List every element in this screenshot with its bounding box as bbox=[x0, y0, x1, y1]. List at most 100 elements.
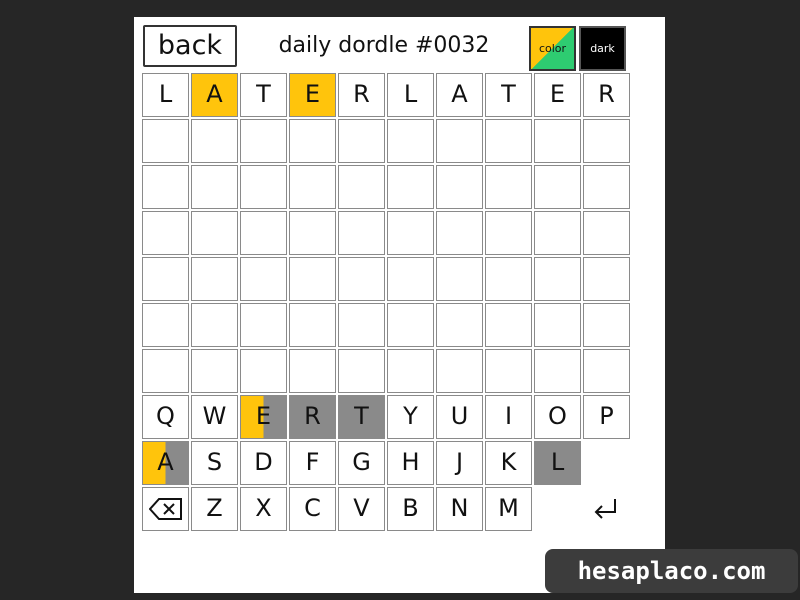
grid-cell-empty bbox=[436, 349, 483, 393]
grid-cell-empty bbox=[485, 303, 532, 347]
back-button[interactable]: back bbox=[143, 25, 237, 67]
grid-cell-empty bbox=[240, 165, 287, 209]
page-title: daily dordle #0032 bbox=[278, 33, 490, 58]
grid-cell-empty bbox=[436, 165, 483, 209]
grid-cell-empty bbox=[142, 257, 189, 301]
key-h[interactable]: H bbox=[387, 441, 434, 485]
key-z[interactable]: Z bbox=[191, 487, 238, 531]
grid-cell-empty bbox=[485, 165, 532, 209]
grid-cell-empty bbox=[534, 165, 581, 209]
key-a[interactable]: A bbox=[142, 441, 189, 485]
grid-cell-empty bbox=[583, 303, 630, 347]
grid-cell-empty bbox=[142, 119, 189, 163]
grid-cell-empty bbox=[289, 349, 336, 393]
grid-cell-empty bbox=[240, 349, 287, 393]
key-u[interactable]: U bbox=[436, 395, 483, 439]
grid-cell-empty bbox=[583, 211, 630, 255]
grid-cell-empty bbox=[436, 211, 483, 255]
key-r[interactable]: R bbox=[289, 395, 336, 439]
grid-cell-empty bbox=[534, 211, 581, 255]
key-blank bbox=[534, 487, 581, 531]
grid-cell-empty bbox=[240, 303, 287, 347]
key-q[interactable]: Q bbox=[142, 395, 189, 439]
grid-cell-empty bbox=[436, 303, 483, 347]
grid-cell-empty bbox=[289, 211, 336, 255]
grid-cell-empty bbox=[387, 165, 434, 209]
grid-cell-empty bbox=[534, 349, 581, 393]
grid-cell-filled: A bbox=[191, 73, 238, 117]
key-v[interactable]: V bbox=[338, 487, 385, 531]
key-j[interactable]: J bbox=[436, 441, 483, 485]
grid-cell-filled: R bbox=[583, 73, 630, 117]
grid-cell-filled: R bbox=[338, 73, 385, 117]
key-b[interactable]: B bbox=[387, 487, 434, 531]
grid-cell-empty bbox=[191, 257, 238, 301]
grid-cell-empty bbox=[485, 211, 532, 255]
enter-key[interactable] bbox=[583, 487, 630, 531]
grid-cell-empty bbox=[485, 257, 532, 301]
grid-cell-filled: L bbox=[387, 73, 434, 117]
grid-cell-empty bbox=[387, 257, 434, 301]
on-screen-keyboard: QWERTYUIOP ASDFGHJKL ZXCVBNM bbox=[142, 395, 630, 531]
grid-cell-empty bbox=[485, 349, 532, 393]
key-e[interactable]: E bbox=[240, 395, 287, 439]
grid-cell-empty bbox=[436, 119, 483, 163]
key-p[interactable]: P bbox=[583, 395, 630, 439]
dordle-app: back daily dordle #0032 color dark LATER… bbox=[134, 17, 665, 593]
grid-cell-empty bbox=[191, 303, 238, 347]
key-i[interactable]: I bbox=[485, 395, 532, 439]
grid-cell-empty bbox=[142, 349, 189, 393]
key-y[interactable]: Y bbox=[387, 395, 434, 439]
backspace-key[interactable] bbox=[142, 487, 189, 531]
grid-cell-empty bbox=[338, 211, 385, 255]
grid-cell-filled: T bbox=[240, 73, 287, 117]
dark-theme-button[interactable]: dark bbox=[579, 26, 626, 71]
grid-cell-empty bbox=[240, 257, 287, 301]
grid-cell-empty bbox=[191, 165, 238, 209]
grid-cell-empty bbox=[240, 211, 287, 255]
grid-cell-empty bbox=[142, 303, 189, 347]
key-w[interactable]: W bbox=[191, 395, 238, 439]
color-theme-button[interactable]: color bbox=[529, 26, 576, 71]
grid-cell-empty bbox=[338, 349, 385, 393]
key-k[interactable]: K bbox=[485, 441, 532, 485]
grid-cell-empty bbox=[191, 349, 238, 393]
key-blank bbox=[583, 441, 630, 485]
key-d[interactable]: D bbox=[240, 441, 287, 485]
enter-icon bbox=[594, 499, 616, 519]
key-f[interactable]: F bbox=[289, 441, 336, 485]
guess-grid: LATERLATER bbox=[142, 73, 630, 393]
grid-cell-empty bbox=[387, 303, 434, 347]
grid-cell-empty bbox=[387, 211, 434, 255]
key-l[interactable]: L bbox=[534, 441, 581, 485]
key-o[interactable]: O bbox=[534, 395, 581, 439]
key-n[interactable]: N bbox=[436, 487, 483, 531]
grid-cell-empty bbox=[583, 257, 630, 301]
backspace-icon bbox=[149, 498, 182, 520]
grid-cell-empty bbox=[142, 211, 189, 255]
grid-cell-empty bbox=[338, 257, 385, 301]
grid-cell-empty bbox=[485, 119, 532, 163]
grid-cell-empty bbox=[240, 119, 287, 163]
grid-cell-empty bbox=[289, 119, 336, 163]
key-t[interactable]: T bbox=[338, 395, 385, 439]
grid-cell-empty bbox=[534, 119, 581, 163]
key-x[interactable]: X bbox=[240, 487, 287, 531]
watermark: hesaplaco.com bbox=[545, 549, 798, 593]
grid-cell-empty bbox=[387, 119, 434, 163]
grid-cell-empty bbox=[583, 119, 630, 163]
grid-cell-empty bbox=[191, 211, 238, 255]
key-s[interactable]: S bbox=[191, 441, 238, 485]
grid-cell-empty bbox=[289, 257, 336, 301]
grid-cell-empty bbox=[534, 257, 581, 301]
grid-cell-empty bbox=[436, 257, 483, 301]
grid-cell-empty bbox=[338, 303, 385, 347]
grid-cell-empty bbox=[289, 165, 336, 209]
grid-cell-empty bbox=[142, 165, 189, 209]
key-m[interactable]: M bbox=[485, 487, 532, 531]
key-c[interactable]: C bbox=[289, 487, 336, 531]
grid-cell-empty bbox=[583, 165, 630, 209]
grid-cell-filled: E bbox=[534, 73, 581, 117]
grid-cell-empty bbox=[338, 165, 385, 209]
key-g[interactable]: G bbox=[338, 441, 385, 485]
